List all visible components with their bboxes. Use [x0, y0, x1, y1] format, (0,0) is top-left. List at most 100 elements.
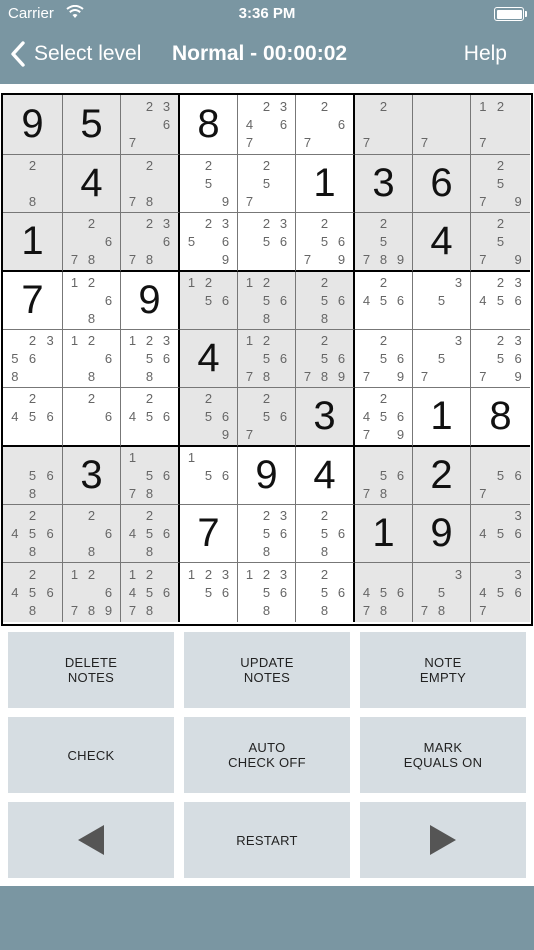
sudoku-cell[interactable]: 256 7 9 — [296, 213, 355, 272]
update-notes-button[interactable]: UPDATE NOTES — [184, 632, 350, 708]
sudoku-cell[interactable]: 8 — [180, 95, 238, 155]
sudoku-cell[interactable]: 3578 — [413, 563, 471, 622]
note-digit: 2 — [320, 566, 329, 582]
sudoku-cell[interactable]: 28 — [3, 155, 63, 213]
sudoku-cell[interactable]: 268 — [63, 505, 121, 563]
sudoku-cell[interactable]: 236 78 — [121, 213, 180, 272]
sudoku-cell[interactable]: 2 78 — [121, 155, 180, 213]
sudoku-cell[interactable]: 123568 — [238, 563, 296, 622]
sudoku-cell[interactable]: 26 78 — [63, 213, 121, 272]
back-select-level-button[interactable]: Select level — [10, 39, 141, 69]
sudoku-cell[interactable]: 23 5 6 9 — [180, 213, 238, 272]
sudoku-cell[interactable]: 2356 7 9 — [471, 330, 530, 388]
sudoku-cell[interactable]: 5 — [63, 95, 121, 155]
sudoku-cell[interactable]: 257 9 — [471, 155, 530, 213]
sudoku-cell[interactable]: 2456 — [121, 388, 180, 447]
sudoku-cell[interactable]: 257 9 — [471, 213, 530, 272]
sudoku-cell[interactable]: 2456 — [355, 272, 413, 330]
sudoku-cell[interactable]: 56 7 — [471, 447, 530, 505]
note-digit: 5 — [262, 408, 271, 424]
sudoku-cell[interactable]: 9 — [121, 272, 180, 330]
sudoku-cell[interactable]: 2456 — [3, 388, 63, 447]
sudoku-cell[interactable]: 24568 — [3, 505, 63, 563]
sudoku-cell[interactable]: 3 456 7 — [471, 563, 530, 622]
sudoku-cell[interactable]: 9 — [3, 95, 63, 155]
sudoku-cell[interactable]: 4 — [413, 213, 471, 272]
sudoku-cell[interactable]: 9 — [413, 505, 471, 563]
sudoku-cell[interactable]: 4 — [180, 330, 238, 388]
sudoku-cell[interactable]: 1 — [413, 388, 471, 447]
sudoku-cell[interactable]: 9 — [238, 447, 296, 505]
sudoku-cell[interactable]: 1 — [355, 505, 413, 563]
sudoku-cell[interactable]: 1268 — [63, 330, 121, 388]
sudoku-cell[interactable]: 2568 — [296, 563, 355, 622]
sudoku-cell[interactable]: 1256 — [180, 272, 238, 330]
sudoku-cell[interactable]: 56 78 — [355, 447, 413, 505]
note-digit: 8 — [379, 251, 388, 267]
sudoku-cell[interactable]: 256 7 — [238, 388, 296, 447]
sudoku-cell[interactable]: 23 4 6 7 — [238, 95, 296, 155]
sudoku-cell[interactable]: 3 456 — [471, 505, 530, 563]
sudoku-cell[interactable]: 3 — [355, 155, 413, 213]
sudoku-cell[interactable]: 27 — [355, 95, 413, 155]
note-digit: 4 — [11, 584, 19, 600]
mark-equals-button[interactable]: MARK EQUALS ON — [360, 717, 526, 793]
sudoku-cell[interactable]: 1268 — [63, 272, 121, 330]
note-digit: 8 — [28, 603, 37, 619]
sudoku-cell[interactable]: 26 — [63, 388, 121, 447]
sudoku-cell[interactable]: 23568 — [3, 330, 63, 388]
sudoku-cell[interactable]: 2 — [413, 447, 471, 505]
note-digit — [275, 274, 292, 292]
sudoku-cell[interactable]: 456 78 — [355, 563, 413, 622]
help-button[interactable]: Help — [464, 42, 507, 66]
sudoku-cell[interactable]: 123568 — [121, 330, 180, 388]
sudoku-cell[interactable]: 24568 — [3, 563, 63, 622]
sudoku-cell[interactable]: 23568 — [238, 505, 296, 563]
note-digit — [41, 565, 59, 583]
sudoku-cell[interactable]: 6 — [413, 155, 471, 213]
sudoku-cell[interactable]: 1 — [296, 155, 355, 213]
sudoku-cell[interactable]: 3 — [63, 447, 121, 505]
sudoku-cell[interactable]: 24568 — [121, 505, 180, 563]
sudoku-cell[interactable]: 4 — [63, 155, 121, 213]
sudoku-cell[interactable]: 12 7 — [471, 95, 530, 155]
auto-check-button[interactable]: AUTO CHECK OFF — [184, 717, 350, 793]
sudoku-cell[interactable]: 257 — [238, 155, 296, 213]
sudoku-cell[interactable]: 3 — [296, 388, 355, 447]
sudoku-cell[interactable]: 2568 — [296, 505, 355, 563]
sudoku-cell[interactable]: 12568 — [238, 272, 296, 330]
sudoku-cell[interactable]: 156 78 — [121, 447, 180, 505]
restart-button[interactable]: RESTART — [184, 802, 350, 878]
sudoku-cell[interactable]: 23 6 7 — [121, 95, 180, 155]
sudoku-cell[interactable]: 126 789 — [63, 563, 121, 622]
sudoku-cell[interactable]: 26 7 — [296, 95, 355, 155]
sudoku-cell[interactable]: 256 789 — [296, 330, 355, 388]
delete-notes-button[interactable]: DELETE NOTES — [8, 632, 174, 708]
sudoku-cell[interactable]: 2568 — [296, 272, 355, 330]
note-empty-button[interactable]: NOTE EMPTY — [360, 632, 526, 708]
sudoku-cell[interactable]: 4 — [296, 447, 355, 505]
sudoku-cell[interactable]: 156 — [180, 447, 238, 505]
sudoku-cell[interactable]: 256 7 9 — [355, 330, 413, 388]
sudoku-cell[interactable]: 1 — [3, 213, 63, 272]
sudoku-cell[interactable]: 23 456 — [471, 272, 530, 330]
sudoku-cell[interactable]: 259 — [180, 155, 238, 213]
sudoku-cell[interactable]: 568 — [3, 447, 63, 505]
sudoku-cell[interactable]: 357 — [413, 330, 471, 388]
next-button[interactable] — [360, 802, 526, 878]
sudoku-cell[interactable]: 7 — [413, 95, 471, 155]
sudoku-cell[interactable]: 25789 — [355, 213, 413, 272]
sudoku-cell[interactable]: 7 — [180, 505, 238, 563]
note-digit: 3 — [514, 275, 522, 291]
sudoku-cell[interactable]: 7 — [3, 272, 63, 330]
previous-button[interactable] — [8, 802, 174, 878]
sudoku-cell[interactable]: 12356 — [180, 563, 238, 622]
sudoku-cell[interactable]: 2356 — [238, 213, 296, 272]
sudoku-cell[interactable]: 1256 78 — [238, 330, 296, 388]
sudoku-cell[interactable]: 2456 7 9 — [355, 388, 413, 447]
sudoku-cell[interactable]: 12456 78 — [121, 563, 180, 622]
sudoku-cell[interactable]: 256 9 — [180, 388, 238, 447]
sudoku-cell[interactable]: 8 — [471, 388, 530, 447]
check-button[interactable]: CHECK — [8, 717, 174, 793]
sudoku-cell[interactable]: 35 — [413, 272, 471, 330]
